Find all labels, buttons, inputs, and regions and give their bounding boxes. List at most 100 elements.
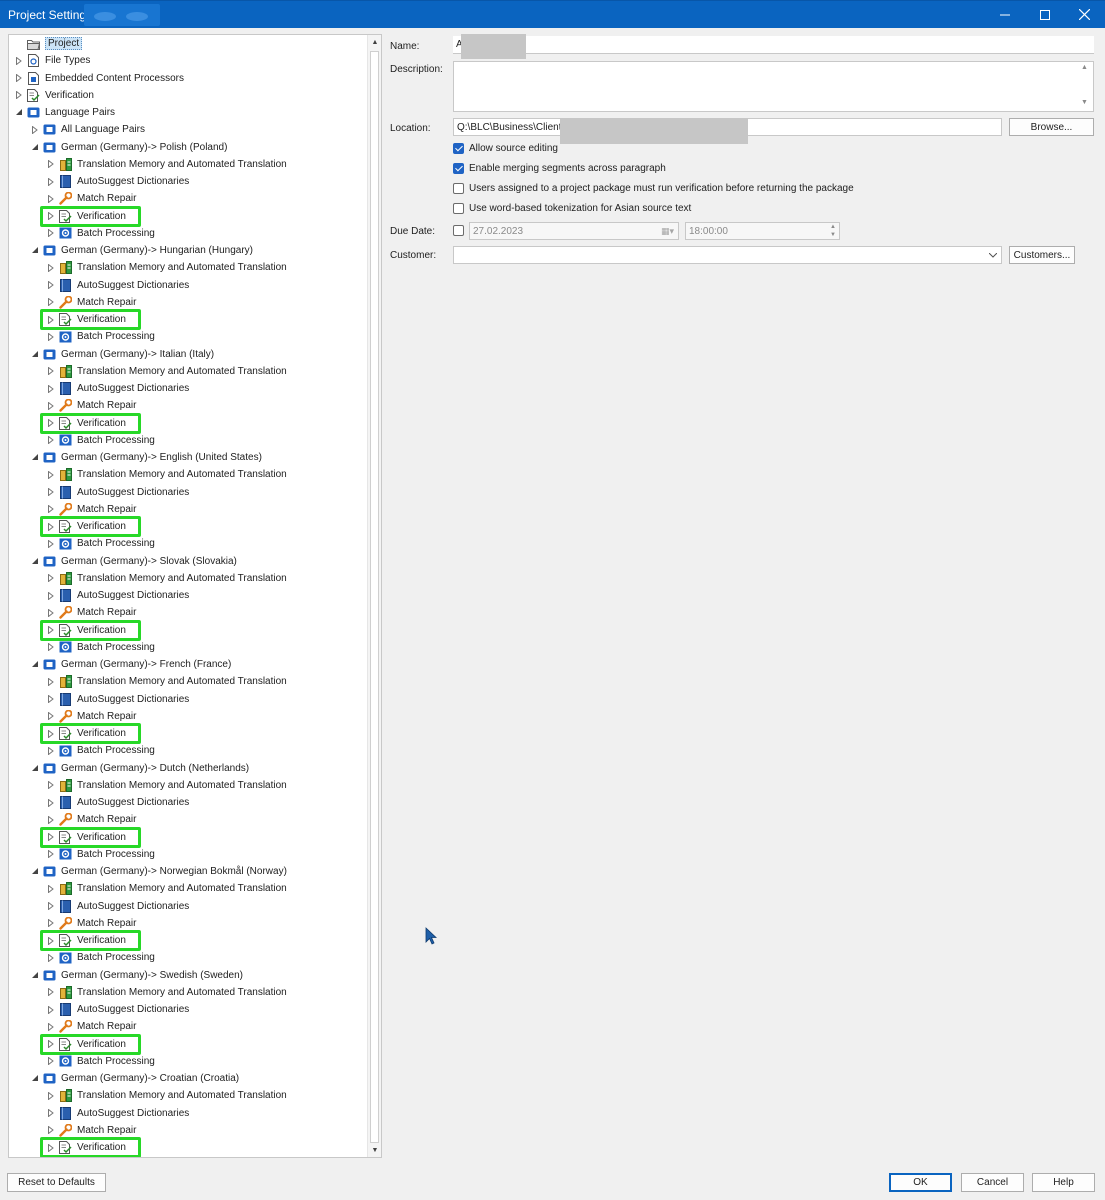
- expand-arrow-icon[interactable]: [46, 880, 56, 897]
- tree-item-autosuggest-dictionaries[interactable]: AutoSuggest Dictionaries: [9, 794, 367, 811]
- expand-arrow-icon[interactable]: [14, 87, 24, 104]
- tree-item-match-repair[interactable]: Match Repair: [9, 1018, 367, 1035]
- tree-item-language-pair[interactable]: German (Germany)-> Slovak (Slovakia): [9, 553, 367, 570]
- tree-item-batch-processing[interactable]: Batch Processing: [9, 225, 367, 242]
- expand-arrow-icon[interactable]: [46, 811, 56, 828]
- expand-arrow-icon[interactable]: [46, 1087, 56, 1104]
- tree-item-language-pair[interactable]: German (Germany)-> Polish (Poland): [9, 139, 367, 156]
- expand-arrow-icon[interactable]: [46, 432, 56, 449]
- tree-item-autosuggest-dictionaries[interactable]: AutoSuggest Dictionaries: [9, 691, 367, 708]
- expand-arrow-icon[interactable]: [46, 1001, 56, 1018]
- expand-arrow-icon[interactable]: [46, 604, 56, 621]
- tree-item-verification[interactable]: Verification: [9, 829, 367, 846]
- tree-item-translation-memory-and-automated-translation[interactable]: Translation Memory and Automated Transla…: [9, 1087, 367, 1104]
- expand-arrow-icon[interactable]: [46, 311, 56, 328]
- tree-item-translation-memory-and-automated-translation[interactable]: Translation Memory and Automated Transla…: [9, 673, 367, 690]
- expand-arrow-icon[interactable]: [46, 915, 56, 932]
- browse-button[interactable]: Browse...: [1009, 118, 1094, 136]
- option-checkbox[interactable]: [453, 183, 464, 194]
- tree-item-verification[interactable]: Verification: [9, 725, 367, 742]
- tree-item-batch-processing[interactable]: Batch Processing: [9, 742, 367, 759]
- expand-arrow-icon[interactable]: [46, 639, 56, 656]
- tree-item-match-repair[interactable]: Match Repair: [9, 604, 367, 621]
- expand-arrow-icon[interactable]: [46, 898, 56, 915]
- expand-arrow-icon[interactable]: [46, 1053, 56, 1070]
- customers-button[interactable]: Customers...: [1009, 246, 1075, 264]
- tree-item-translation-memory-and-automated-translation[interactable]: Translation Memory and Automated Transla…: [9, 570, 367, 587]
- tree-item-translation-memory-and-automated-translation[interactable]: Translation Memory and Automated Transla…: [9, 984, 367, 1001]
- tree-item-autosuggest-dictionaries[interactable]: AutoSuggest Dictionaries: [9, 277, 367, 294]
- tree-item-language-pair[interactable]: German (Germany)-> Italian (Italy): [9, 346, 367, 363]
- expand-arrow-icon[interactable]: [46, 1122, 56, 1139]
- tree-item-verification[interactable]: Verification: [9, 1036, 367, 1053]
- tree-item-all-language-pairs[interactable]: All Language Pairs: [9, 121, 367, 138]
- tree-item-autosuggest-dictionaries[interactable]: AutoSuggest Dictionaries: [9, 173, 367, 190]
- collapse-arrow-icon[interactable]: [30, 863, 40, 880]
- tree-item-language-pair[interactable]: German (Germany)-> Croatian (Croatia): [9, 1070, 367, 1087]
- tree-item-batch-processing[interactable]: Batch Processing: [9, 1053, 367, 1070]
- tree-item-match-repair[interactable]: Match Repair: [9, 708, 367, 725]
- expand-arrow-icon[interactable]: [46, 208, 56, 225]
- collapse-arrow-icon[interactable]: [30, 967, 40, 984]
- expand-arrow-icon[interactable]: [46, 535, 56, 552]
- description-scroll-down-icon[interactable]: ▼: [1081, 99, 1088, 106]
- expand-arrow-icon[interactable]: [46, 277, 56, 294]
- collapse-arrow-icon[interactable]: [30, 1070, 40, 1087]
- minimize-button[interactable]: [985, 1, 1025, 28]
- expand-arrow-icon[interactable]: [46, 328, 56, 345]
- expand-arrow-icon[interactable]: [46, 415, 56, 432]
- tree-item-verification[interactable]: Verification: [9, 518, 367, 535]
- expand-arrow-icon[interactable]: [46, 708, 56, 725]
- collapse-arrow-icon[interactable]: [30, 242, 40, 259]
- collapse-arrow-icon[interactable]: [30, 139, 40, 156]
- name-field[interactable]: A: [453, 36, 1094, 54]
- tree-item-project[interactable]: Project: [9, 35, 367, 52]
- tree-item-autosuggest-dictionaries[interactable]: AutoSuggest Dictionaries: [9, 484, 367, 501]
- expand-arrow-icon[interactable]: [46, 1105, 56, 1122]
- expand-arrow-icon[interactable]: [46, 466, 56, 483]
- expand-arrow-icon[interactable]: [46, 225, 56, 242]
- expand-arrow-icon[interactable]: [46, 363, 56, 380]
- cancel-button[interactable]: Cancel: [961, 1173, 1024, 1192]
- tree-scrollbar[interactable]: ▲ ▼: [367, 35, 381, 1157]
- tree-item-language-pair[interactable]: German (Germany)-> Swedish (Sweden): [9, 967, 367, 984]
- tree-item-match-repair[interactable]: Match Repair: [9, 501, 367, 518]
- tree-item-translation-memory-and-automated-translation[interactable]: Translation Memory and Automated Transla…: [9, 259, 367, 276]
- collapse-arrow-icon[interactable]: [30, 760, 40, 777]
- expand-arrow-icon[interactable]: [46, 622, 56, 639]
- tree-item-match-repair[interactable]: Match Repair: [9, 397, 367, 414]
- tree-item-translation-memory-and-automated-translation[interactable]: Translation Memory and Automated Transla…: [9, 156, 367, 173]
- expand-arrow-icon[interactable]: [14, 52, 24, 69]
- tree-item-autosuggest-dictionaries[interactable]: AutoSuggest Dictionaries: [9, 1105, 367, 1122]
- collapse-arrow-icon[interactable]: [30, 346, 40, 363]
- tree-item-match-repair[interactable]: Match Repair: [9, 190, 367, 207]
- expand-arrow-icon[interactable]: [46, 156, 56, 173]
- tree-item-translation-memory-and-automated-translation[interactable]: Translation Memory and Automated Transla…: [9, 363, 367, 380]
- expand-arrow-icon[interactable]: [14, 70, 24, 87]
- expand-arrow-icon[interactable]: [46, 484, 56, 501]
- tree-item-verification[interactable]: Verification: [9, 415, 367, 432]
- expand-arrow-icon[interactable]: [46, 570, 56, 587]
- tree-item-embedded-content-processors[interactable]: Embedded Content Processors: [9, 70, 367, 87]
- expand-arrow-icon[interactable]: [46, 673, 56, 690]
- tree-item-verification[interactable]: Verification: [9, 87, 367, 104]
- tree-item-match-repair[interactable]: Match Repair: [9, 915, 367, 932]
- expand-arrow-icon[interactable]: [46, 190, 56, 207]
- expand-arrow-icon[interactable]: [46, 397, 56, 414]
- scrollbar-thumb[interactable]: [370, 51, 379, 1143]
- reset-to-defaults-button[interactable]: Reset to Defaults: [7, 1173, 106, 1192]
- tree-item-batch-processing[interactable]: Batch Processing: [9, 432, 367, 449]
- tree-item-match-repair[interactable]: Match Repair: [9, 1122, 367, 1139]
- tree-item-verification[interactable]: Verification: [9, 311, 367, 328]
- expand-arrow-icon[interactable]: [46, 932, 56, 949]
- expand-arrow-icon[interactable]: [30, 121, 40, 138]
- expand-arrow-icon[interactable]: [46, 518, 56, 535]
- ok-button[interactable]: OK: [889, 1173, 952, 1192]
- collapse-arrow-icon[interactable]: [30, 656, 40, 673]
- option-checkbox[interactable]: [453, 143, 464, 154]
- customer-dropdown[interactable]: [453, 246, 1002, 264]
- tree-item-language-pair[interactable]: German (Germany)-> Norwegian Bokmål (Nor…: [9, 863, 367, 880]
- expand-arrow-icon[interactable]: [46, 691, 56, 708]
- tree-item-match-repair[interactable]: Match Repair: [9, 294, 367, 311]
- close-button[interactable]: [1064, 1, 1104, 28]
